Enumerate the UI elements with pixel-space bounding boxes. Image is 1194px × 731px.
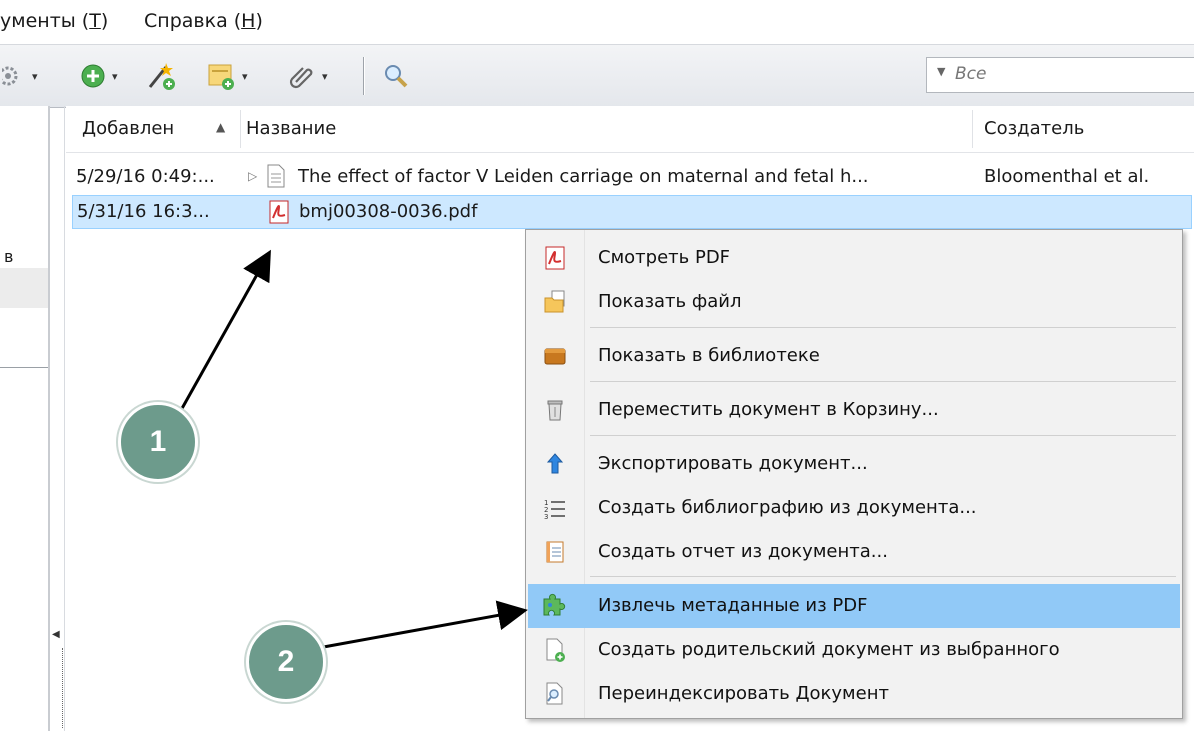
menu-item-label: Переместить документ в Корзину... [598, 399, 939, 420]
splitter-grip[interactable] [62, 648, 64, 728]
magic-wand-icon [148, 63, 175, 90]
menu-tools[interactable]: ументы (Т) [0, 10, 108, 32]
search-box[interactable]: ▼ Все [926, 57, 1194, 93]
collection-partial-label: в [4, 247, 14, 266]
menu-help[interactable]: Справка (Н) [144, 10, 263, 32]
gear-icon [2, 66, 18, 86]
menu-help-accel: Н [241, 10, 256, 32]
chevron-down-icon: ▾ [322, 69, 328, 83]
chevron-down-icon: ▾ [112, 69, 118, 83]
items-table-header: Добавлен ▲ Название Создатель [66, 106, 1194, 153]
chevron-down-icon: ▾ [32, 69, 38, 83]
menu-item-create-parent[interactable]: Создать родительский документ из выбранн… [528, 628, 1180, 672]
trash-icon [542, 397, 568, 423]
search-mode-dropdown-icon[interactable]: ▼ [937, 65, 945, 78]
menu-item-label: Переиндексировать Документ [598, 683, 889, 704]
menu-item-show-in-library[interactable]: Показать в библиотеке [528, 334, 1180, 378]
cell-added: 5/29/16 0:49:... [76, 166, 215, 187]
add-circle-icon [81, 64, 105, 88]
menu-tools-label-end: ) [100, 10, 109, 32]
menu-separator [590, 327, 1176, 328]
column-header-creator[interactable]: Создатель [984, 118, 1084, 139]
arrow-2 [317, 600, 528, 650]
folder-file-icon [542, 289, 568, 315]
collapse-left-icon[interactable]: ◀ [52, 629, 60, 640]
menu-help-label: Справка ( [144, 10, 242, 32]
menu-item-view-pdf[interactable]: Смотреть PDF [528, 236, 1180, 280]
sort-ascending-icon: ▲ [216, 120, 226, 134]
menu-item-create-report[interactable]: Создать отчет из документа... [528, 530, 1180, 574]
magnifier-icon [385, 65, 408, 88]
chevron-down-icon: ▾ [242, 69, 248, 83]
library-icon [542, 343, 568, 369]
menu-item-label: Извлечь метаданные из PDF [598, 595, 868, 616]
reindex-icon [542, 681, 568, 707]
menu-tools-accel: Т [89, 10, 101, 32]
menu-item-reindex[interactable]: Переиндексировать Документ [528, 672, 1180, 716]
callout-badge-2: 2 [246, 622, 326, 702]
menu-item-label: Показать файл [598, 291, 742, 312]
column-separator[interactable] [240, 110, 241, 148]
menu-item-label: Создать библиографию из документа... [598, 497, 977, 518]
note-add-icon [208, 64, 234, 90]
document-icon [266, 164, 286, 193]
new-note-button[interactable]: ▾ [206, 59, 248, 93]
svg-text:3: 3 [544, 513, 548, 520]
column-header-added[interactable]: Добавлен [82, 118, 174, 139]
collections-pane [0, 106, 50, 731]
menu-separator [590, 435, 1176, 436]
advanced-search-button[interactable] [382, 59, 410, 93]
column-header-title[interactable]: Название [246, 118, 336, 139]
menu-item-label: Экспортировать документ... [598, 453, 868, 474]
menu-item-label: Смотреть PDF [598, 247, 731, 268]
new-parent-icon [542, 637, 568, 663]
pdf-icon [542, 245, 568, 271]
menu-item-label: Показать в библиотеке [598, 345, 820, 366]
paperclip-icon [289, 67, 313, 89]
arrow-1 [178, 249, 271, 413]
menu-item-retrieve-metadata[interactable]: Извлечь метаданные из PDF [528, 584, 1180, 628]
menu-item-create-bibliography[interactable]: 123 Создать библиографию из документа... [528, 486, 1180, 530]
add-by-identifier-button[interactable] [146, 59, 176, 93]
pane-splitter[interactable] [48, 106, 50, 731]
pane-divider-line [0, 367, 48, 368]
menu-item-label: Создать отчет из документа... [598, 541, 888, 562]
menu-help-label-end: ) [255, 10, 263, 32]
table-row-selected[interactable]: 5/31/16 16:3... bmj00308-0036.pdf [72, 195, 1192, 229]
new-item-button[interactable]: ▾ [80, 59, 118, 93]
menu-bar: ументы (Т) Справка (Н) [0, 0, 1194, 44]
pane-splitter-inner [64, 106, 65, 731]
menu-tools-label: ументы ( [0, 10, 90, 32]
attachment-button[interactable]: ▾ [288, 59, 328, 93]
cell-title: The effect of factor V Leiden carriage o… [298, 166, 869, 187]
bibliography-icon: 123 [542, 495, 568, 521]
cell-added: 5/31/16 16:3... [77, 201, 210, 222]
toolbar: ▾ ▾ ▾ ▾ ▼ Все [0, 44, 1194, 108]
cell-creator: Bloomenthal et al. [984, 166, 1150, 187]
menu-item-label: Создать родительский документ из выбранн… [598, 639, 1060, 660]
table-row[interactable]: 5/29/16 0:49:... ▷ The effect of factor … [72, 160, 1194, 194]
cell-title: bmj00308-0036.pdf [299, 201, 478, 222]
report-icon [542, 539, 568, 565]
expand-triangle-icon[interactable]: ▷ [248, 169, 257, 183]
collection-item-selected[interactable] [0, 268, 48, 308]
menu-item-export[interactable]: Экспортировать документ... [528, 442, 1180, 486]
menu-separator [590, 381, 1176, 382]
puzzle-icon [542, 593, 568, 619]
column-separator[interactable] [972, 110, 973, 148]
export-icon [542, 451, 568, 477]
callout-badge-1: 1 [118, 402, 198, 482]
toolbar-separator [363, 57, 364, 95]
menu-item-move-to-trash[interactable]: Переместить документ в Корзину... [528, 388, 1180, 432]
context-menu: Смотреть PDF Показать файл Показать в би… [525, 229, 1183, 719]
actions-menu-button[interactable]: ▾ [2, 59, 38, 93]
pdf-icon [267, 200, 291, 229]
menu-item-show-file[interactable]: Показать файл [528, 280, 1180, 324]
menu-separator [590, 576, 1176, 577]
search-input[interactable]: Все [955, 64, 986, 84]
